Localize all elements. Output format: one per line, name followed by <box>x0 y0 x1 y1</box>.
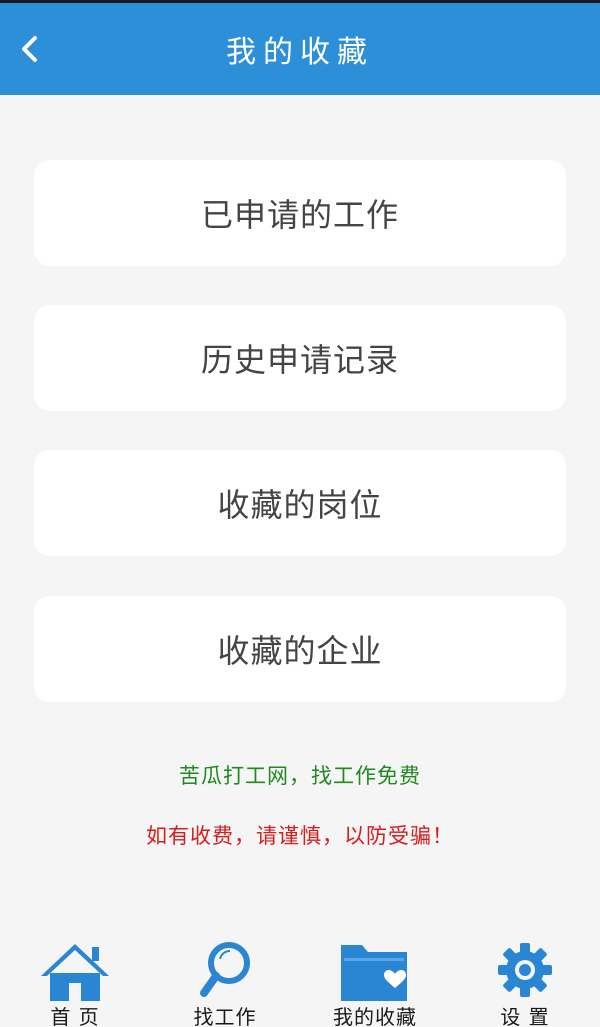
menu-item-label: 收藏的岗位 <box>217 486 383 524</box>
bottom-tab-bar: 首 页 找工作 我的收藏 设 置 <box>0 935 600 1027</box>
search-icon <box>200 942 250 997</box>
tab-label: 找工作 <box>193 1005 257 1027</box>
tab-home[interactable]: 首 页 <box>0 935 150 1027</box>
menu-item-label: 历史申请记录 <box>200 341 399 379</box>
tab-label: 首 页 <box>50 1005 100 1027</box>
warning-text: 如有收费，请谨慎，以防受骗！ <box>146 824 454 848</box>
menu-item-saved-positions[interactable]: 收藏的岗位 <box>34 450 566 556</box>
folder-heart-icon <box>341 945 407 1001</box>
chevron-left-icon <box>22 36 37 62</box>
menu-item-application-history[interactable]: 历史申请记录 <box>34 305 566 411</box>
back-button[interactable] <box>0 3 60 95</box>
page-title: 我的收藏 <box>226 35 374 70</box>
home-icon <box>41 944 109 1001</box>
menu-item-label: 收藏的企业 <box>217 632 383 670</box>
tab-my-favorites[interactable]: 我的收藏 <box>300 935 450 1027</box>
menu-item-saved-companies[interactable]: 收藏的企业 <box>34 596 566 702</box>
tab-find-job[interactable]: 找工作 <box>150 935 300 1027</box>
tab-label: 设 置 <box>500 1005 550 1027</box>
menu-item-applied-jobs[interactable]: 已申请的工作 <box>34 160 566 266</box>
gear-icon <box>498 943 552 997</box>
slogan-text: 苦瓜打工网，找工作免费 <box>179 764 421 788</box>
tab-settings[interactable]: 设 置 <box>450 935 600 1027</box>
top-app-bar: 我的收藏 <box>0 3 600 95</box>
tab-label: 我的收藏 <box>333 1005 417 1027</box>
menu-item-label: 已申请的工作 <box>200 196 399 234</box>
